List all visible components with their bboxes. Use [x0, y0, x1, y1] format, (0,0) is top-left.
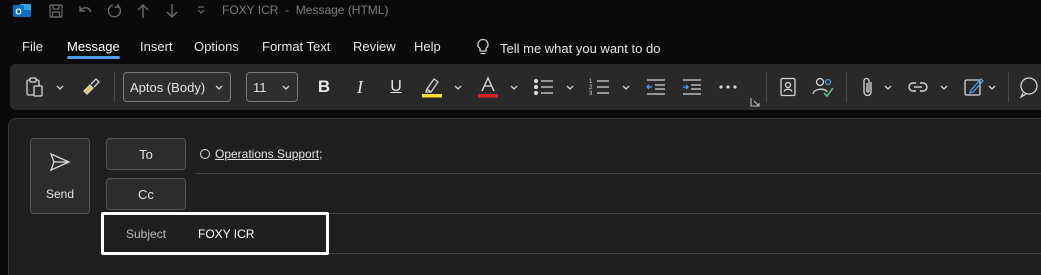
chevron-down-icon: [282, 85, 290, 90]
tab-format-text[interactable]: Format Text: [262, 39, 330, 54]
highlight-icon[interactable]: [420, 72, 444, 102]
highlight-dropdown-chevron-icon[interactable]: [452, 72, 464, 102]
undo-icon[interactable]: [74, 0, 96, 22]
recipient-separator: ;: [319, 147, 323, 161]
send-icon: [49, 152, 71, 177]
tab-file[interactable]: File: [22, 39, 43, 54]
numbering-icon[interactable]: 1 2 3: [588, 72, 612, 102]
ribbon: Aptos (Body) 11 B I U 1 2 3: [10, 64, 1041, 110]
font-name-dropdown[interactable]: Aptos (Body): [123, 72, 231, 102]
tell-me-search[interactable]: Tell me what you want to do: [476, 38, 660, 59]
increase-indent-icon[interactable]: [680, 72, 704, 102]
presence-status-icon: [200, 149, 210, 159]
font-size-dropdown[interactable]: 11: [246, 72, 298, 102]
lightbulb-icon: [476, 38, 490, 59]
font-name-value: Aptos (Body): [130, 79, 206, 95]
check-names-icon[interactable]: [810, 72, 836, 102]
underline-button[interactable]: U: [384, 72, 408, 102]
ribbon-separator: [1008, 72, 1009, 102]
send-button[interactable]: Send: [30, 138, 90, 214]
previous-item-icon[interactable]: [133, 0, 153, 22]
font-color-dropdown-chevron-icon[interactable]: [508, 72, 520, 102]
recipient-name[interactable]: Operations Support: [215, 147, 319, 161]
font-size-value: 11: [253, 79, 267, 95]
tab-help[interactable]: Help: [414, 39, 441, 54]
bold-button[interactable]: B: [312, 72, 336, 102]
title-bar: O FOXY ICR - Message (HTML): [0, 0, 1041, 26]
tell-me-label: Tell me what you want to do: [500, 41, 661, 56]
numbering-dropdown-chevron-icon[interactable]: [620, 72, 632, 102]
svg-text:O: O: [15, 8, 21, 17]
tab-options[interactable]: Options: [194, 39, 239, 54]
ribbon-separator: [114, 72, 115, 102]
address-book-icon[interactable]: [776, 72, 800, 102]
save-icon[interactable]: [46, 0, 66, 22]
to-field-underline: [196, 173, 1041, 174]
paste-dropdown-chevron-icon[interactable]: [54, 72, 66, 102]
tab-insert[interactable]: Insert: [140, 39, 173, 54]
recipient-chip[interactable]: Operations Support;: [200, 147, 322, 161]
next-item-icon[interactable]: [162, 0, 182, 22]
dialog-launcher-icon[interactable]: [750, 94, 760, 107]
format-painter-icon[interactable]: [80, 72, 102, 102]
attach-dropdown-chevron-icon[interactable]: [882, 72, 894, 102]
font-color-icon[interactable]: [476, 72, 500, 102]
bullets-dropdown-chevron-icon[interactable]: [564, 72, 576, 102]
comment-icon[interactable]: [1018, 72, 1040, 102]
decrease-indent-icon[interactable]: [644, 72, 668, 102]
tab-message[interactable]: Message: [67, 39, 120, 59]
subject-highlight-box: [101, 212, 329, 255]
signature-icon[interactable]: [962, 72, 986, 102]
link-icon[interactable]: [906, 72, 930, 102]
to-button[interactable]: To: [106, 138, 186, 170]
ribbon-separator: [846, 72, 847, 102]
window-title: FOXY ICR - Message (HTML): [222, 3, 389, 17]
attach-file-icon[interactable]: [858, 72, 878, 102]
svg-text:3: 3: [589, 91, 593, 97]
redo-icon[interactable]: [102, 0, 124, 22]
more-options-icon[interactable]: [716, 72, 740, 102]
ribbon-separator: [766, 72, 767, 102]
italic-button[interactable]: I: [348, 72, 372, 102]
cc-button[interactable]: Cc: [106, 178, 186, 210]
signature-dropdown-chevron-icon[interactable]: [986, 72, 998, 102]
outlook-app-icon[interactable]: O: [12, 2, 32, 20]
chevron-down-icon: [215, 85, 223, 90]
customize-quick-access-icon[interactable]: [194, 0, 208, 22]
bullets-icon[interactable]: [532, 72, 556, 102]
link-dropdown-chevron-icon[interactable]: [938, 72, 950, 102]
tab-review[interactable]: Review: [353, 39, 396, 54]
send-label: Send: [45, 186, 75, 201]
paste-icon[interactable]: [24, 72, 46, 102]
